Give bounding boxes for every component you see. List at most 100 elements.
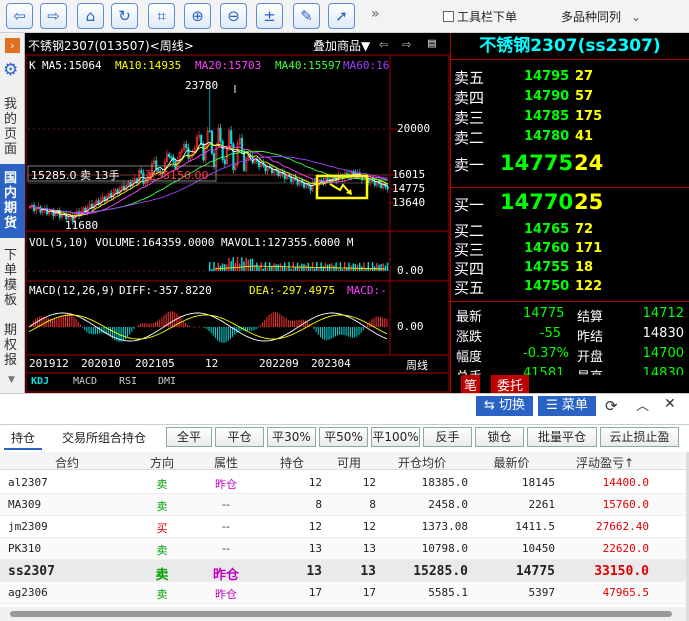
- zoom-out-icon[interactable]: ⊖: [220, 3, 247, 29]
- action-button[interactable]: 平100%: [371, 427, 420, 447]
- candle-body: [170, 156, 173, 159]
- volume-indicator-line: VOL(5,10) VOLUME:164359.0000 MAVOL1:1273…: [29, 236, 354, 249]
- volume-bar: [258, 266, 260, 271]
- tab-rsi[interactable]: RSI: [119, 376, 137, 387]
- column-header[interactable]: 浮动盈亏↑: [555, 454, 655, 471]
- x-label-202010: 202010: [81, 357, 121, 370]
- sidebar-item-order-template[interactable]: 下单模板: [4, 248, 21, 308]
- action-button[interactable]: 云止损止盈: [600, 427, 679, 447]
- zoom-in-icon[interactable]: ⊕: [184, 3, 211, 29]
- last-price-cell: 5397: [528, 586, 556, 599]
- contract-cell: al2307: [8, 476, 48, 489]
- sell-level-price: 14790: [524, 89, 570, 104]
- layout-icon[interactable]: ▤: [428, 36, 436, 51]
- column-header[interactable]: 方向: [134, 454, 190, 471]
- sidebar-item-domestic-futures[interactable]: 国内期货: [4, 171, 21, 231]
- back-icon[interactable]: ⇦: [6, 3, 33, 29]
- tab-exchange-combo[interactable]: 交易所组合持仓: [54, 428, 154, 450]
- high-label: 23780: [185, 79, 219, 92]
- gear-icon[interactable]: ⚙: [3, 60, 18, 80]
- switch-button[interactable]: ⇆ 切换: [476, 396, 533, 416]
- available-cell: 13: [362, 542, 376, 555]
- tab-kdj[interactable]: KDJ: [31, 376, 49, 387]
- candle-body: [202, 143, 205, 161]
- action-button[interactable]: 锁仓: [475, 427, 524, 447]
- column-header[interactable]: 属性: [190, 454, 262, 471]
- calculator-icon[interactable]: ±: [256, 3, 283, 29]
- volume-bar: [316, 262, 318, 271]
- y-label-20000: 20000: [397, 122, 431, 135]
- volume-bar: [318, 267, 320, 271]
- available-cell: 12: [362, 476, 376, 489]
- volume-bar: [341, 268, 344, 271]
- candle-body: [313, 181, 316, 183]
- overflow-chevron-icon[interactable]: »: [371, 6, 380, 22]
- scroll-down-icon[interactable]: ▼: [8, 375, 15, 385]
- direction-cell: 卖: [156, 544, 168, 557]
- arrow-left-icon[interactable]: ⇦: [379, 35, 388, 53]
- quote-divider: [451, 301, 689, 302]
- candle-body: [223, 159, 226, 165]
- ma60-label: MA60:16: [343, 59, 389, 72]
- scrollbar-thumb[interactable]: [10, 611, 672, 617]
- refresh-icon[interactable]: ⟳: [605, 397, 618, 415]
- action-button[interactable]: 平50%: [319, 427, 368, 447]
- avg-price-cell: 15285.0: [413, 564, 468, 579]
- horizontal-scrollbar[interactable]: [0, 607, 686, 621]
- column-header[interactable]: 可用: [322, 454, 376, 471]
- position-cell: 12: [308, 476, 322, 489]
- chevron-down-icon[interactable]: ⌄: [631, 10, 641, 24]
- sidebar-item-options[interactable]: 期权报: [4, 323, 21, 369]
- avg-price-cell: 5585.1: [428, 586, 468, 599]
- forward-icon[interactable]: ⇨: [40, 3, 67, 29]
- column-header[interactable]: 最新价: [468, 454, 555, 471]
- collapse-icon[interactable]: ›: [5, 38, 20, 53]
- volume-bar: [228, 258, 230, 271]
- collapse-up-icon[interactable]: ︿: [636, 395, 649, 414]
- x-label-202209: 202209: [259, 357, 299, 370]
- action-button[interactable]: 平30%: [267, 427, 316, 447]
- buy-level-volume: 18: [575, 260, 594, 275]
- column-header[interactable]: 开仓均价: [376, 454, 468, 471]
- volume-bar: [331, 263, 333, 271]
- pen-icon[interactable]: ✎: [293, 3, 320, 29]
- volume-bar: [279, 263, 282, 271]
- arrow-right-icon[interactable]: ⇨: [402, 35, 411, 53]
- multi-variety-select[interactable]: 多品种同列 ⌄: [561, 8, 641, 25]
- tab-positions[interactable]: 持仓: [4, 428, 42, 450]
- last-price-cell: 2261: [528, 498, 556, 511]
- toolbar-order-checkbox[interactable]: 工具栏下单: [443, 8, 517, 25]
- crop-icon[interactable]: ⌗: [148, 3, 175, 29]
- stat-value: -55: [539, 326, 561, 341]
- pointer-icon[interactable]: ➚: [328, 3, 355, 29]
- column-header[interactable]: 持仓: [262, 454, 322, 471]
- action-button[interactable]: 反手: [423, 427, 472, 447]
- volume-bar: [245, 257, 247, 271]
- close-icon[interactable]: ✕: [664, 396, 676, 412]
- tab-dmi[interactable]: DMI: [158, 376, 176, 387]
- candle-body: [386, 186, 389, 190]
- volume-bar: [339, 262, 342, 271]
- buy-level-price: 14755: [524, 260, 570, 275]
- home-icon[interactable]: ⌂: [77, 3, 104, 29]
- kline-chart[interactable]: 不锈钢2307(013507)<周线> 叠加商品▼ ⇦ ⇨ ▤ K MA5:15…: [25, 33, 450, 393]
- volume-bar: [354, 264, 357, 271]
- sidebar-item-my-page[interactable]: 我的页面: [4, 97, 21, 157]
- volume-bar: [275, 264, 277, 271]
- position-cell: 12: [308, 520, 322, 533]
- candle-body: [208, 130, 211, 133]
- attribute-cell: --: [222, 520, 230, 533]
- action-button[interactable]: 平仓: [215, 427, 264, 447]
- column-header[interactable]: 合约: [0, 454, 134, 471]
- candle-body: [187, 147, 190, 159]
- overlay-menu[interactable]: 叠加商品▼: [313, 37, 370, 54]
- action-button[interactable]: 全平: [166, 427, 212, 447]
- sell-level-volume: 41: [575, 129, 594, 144]
- tab-macd[interactable]: MACD: [73, 376, 97, 387]
- sell-level-label: 卖四: [454, 89, 485, 107]
- checkbox-icon[interactable]: [443, 11, 454, 22]
- refresh-icon[interactable]: ↻: [111, 3, 138, 29]
- action-button[interactable]: 批量平仓: [527, 427, 597, 447]
- buy1-label: 买一: [454, 196, 485, 214]
- menu-button[interactable]: ☰ 菜单: [538, 396, 596, 416]
